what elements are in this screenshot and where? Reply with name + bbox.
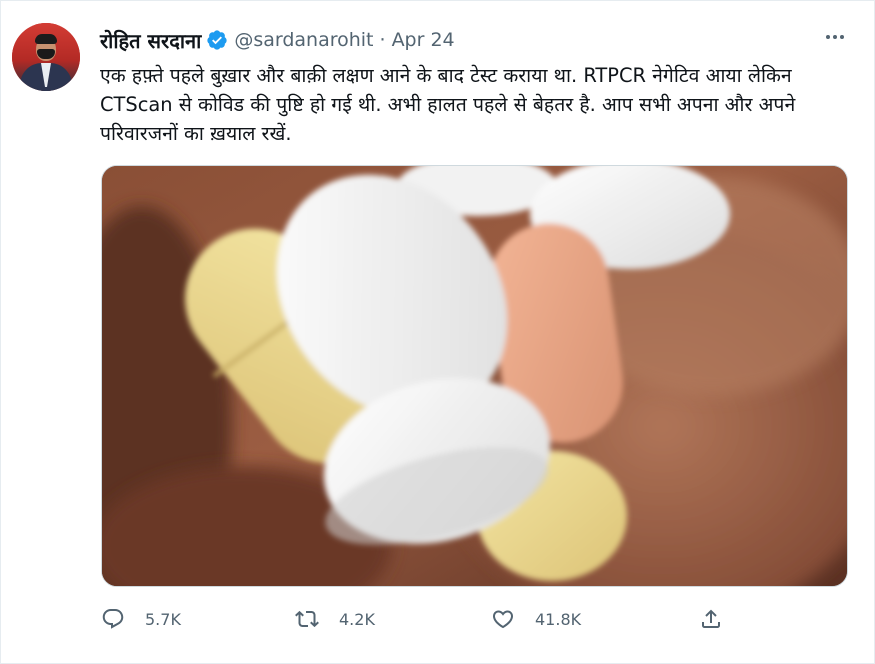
author-name[interactable]: रोहित सरदाना <box>100 27 201 54</box>
tweet-text: एक हफ़्ते पहले बुख़ार और बाक़ी लक्षण आने… <box>100 64 796 145</box>
reply-icon <box>102 609 124 629</box>
tweet-media-image[interactable] <box>101 165 848 587</box>
like-button[interactable]: 41.8K <box>491 601 581 637</box>
tweet-date[interactable]: Apr 24 <box>392 29 455 51</box>
retweet-button[interactable]: 4.2K <box>295 601 375 637</box>
share-button[interactable] <box>699 601 723 637</box>
heart-icon <box>492 610 514 629</box>
tweet-header: रोहित सरदाना @sardanarohit · Apr 24 <box>100 26 455 54</box>
reply-count: 5.7K <box>145 609 181 629</box>
more-icon[interactable] <box>822 27 848 47</box>
reply-button[interactable]: 5.7K <box>101 601 181 637</box>
separator-dot: · <box>379 29 386 51</box>
tweet-actions: 5.7K 4.2K 41.8K <box>101 601 741 637</box>
share-icon <box>702 609 720 628</box>
retweet-icon <box>295 610 319 628</box>
like-count: 41.8K <box>535 609 582 629</box>
verified-badge-icon <box>207 30 227 50</box>
retweet-count: 4.2K <box>339 609 375 629</box>
avatar[interactable] <box>12 23 80 91</box>
tweet-card[interactable]: रोहित सरदाना @sardanarohit · Apr 24 एक ह… <box>0 0 875 664</box>
author-handle[interactable]: @sardanarohit <box>234 29 373 51</box>
